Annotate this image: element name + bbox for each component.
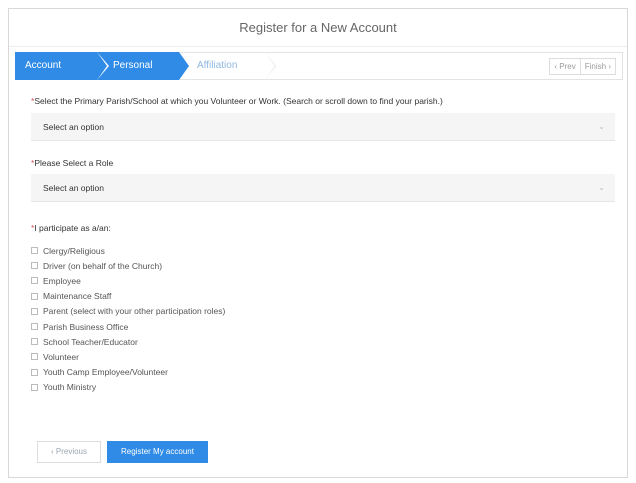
list-item[interactable]: Driver (on behalf of the Church) bbox=[31, 258, 431, 273]
checkbox[interactable] bbox=[31, 368, 38, 376]
list-item[interactable]: Maintenance Staff bbox=[31, 289, 431, 304]
register-button[interactable]: Register My account bbox=[107, 441, 208, 463]
checkbox[interactable] bbox=[31, 323, 38, 331]
checkbox[interactable] bbox=[31, 383, 38, 391]
list-item[interactable]: Youth Camp Employee/Volunteer bbox=[31, 365, 431, 380]
checkbox[interactable] bbox=[31, 338, 38, 346]
list-item[interactable]: Clergy/Religious bbox=[31, 243, 431, 258]
participation-checklist: Clergy/Religious Driver (on behalf of th… bbox=[31, 243, 431, 395]
pager-prev-button[interactable]: ‹ Prev bbox=[550, 59, 579, 74]
chevron-down-icon: ⌄ bbox=[598, 183, 605, 192]
checkbox[interactable] bbox=[31, 307, 38, 315]
list-item[interactable]: School Teacher/Educator bbox=[31, 334, 431, 349]
parish-field-label: *Select the Primary Parish/School at whi… bbox=[31, 96, 443, 106]
list-item[interactable]: Youth Ministry bbox=[31, 380, 431, 395]
role-select[interactable]: Select an option ⌄ bbox=[31, 174, 615, 202]
list-item[interactable]: Parish Business Office bbox=[31, 319, 431, 334]
tab-personal-label: Personal bbox=[113, 60, 153, 71]
parish-select-value: Select an option bbox=[43, 122, 104, 132]
checkbox[interactable] bbox=[31, 292, 38, 300]
participate-label: *I participate as a/an: bbox=[31, 223, 111, 233]
checkbox[interactable] bbox=[31, 277, 38, 285]
checkbox[interactable] bbox=[31, 262, 38, 270]
role-select-value: Select an option bbox=[43, 183, 104, 193]
previous-button[interactable]: ‹ Previous bbox=[37, 441, 101, 463]
page-title: Register for a New Account bbox=[9, 9, 627, 47]
wizard-steps-track: ‹ Prev Finish › bbox=[265, 52, 623, 80]
tab-affiliation[interactable]: Affiliation bbox=[179, 52, 276, 80]
pager-finish-button[interactable]: Finish › bbox=[579, 59, 615, 74]
list-item[interactable]: Employee bbox=[31, 273, 431, 288]
chevron-down-icon: ⌄ bbox=[598, 122, 605, 131]
tab-affiliation-label: Affiliation bbox=[197, 60, 238, 71]
tab-account[interactable]: Account bbox=[15, 52, 109, 80]
wizard-steps: ‹ Prev Finish › Affiliation Personal Acc… bbox=[15, 52, 623, 80]
list-item[interactable]: Parent (select with your other participa… bbox=[31, 304, 431, 319]
registration-panel: Register for a New Account ‹ Prev Finish… bbox=[8, 8, 628, 478]
tab-account-label: Account bbox=[25, 60, 62, 71]
role-field-label: *Please Select a Role bbox=[31, 158, 114, 168]
wizard-pager: ‹ Prev Finish › bbox=[549, 58, 616, 75]
checkbox[interactable] bbox=[31, 353, 38, 361]
list-item[interactable]: Volunteer bbox=[31, 349, 431, 364]
checkbox[interactable] bbox=[31, 247, 38, 255]
parish-select[interactable]: Select an option ⌄ bbox=[31, 113, 615, 141]
